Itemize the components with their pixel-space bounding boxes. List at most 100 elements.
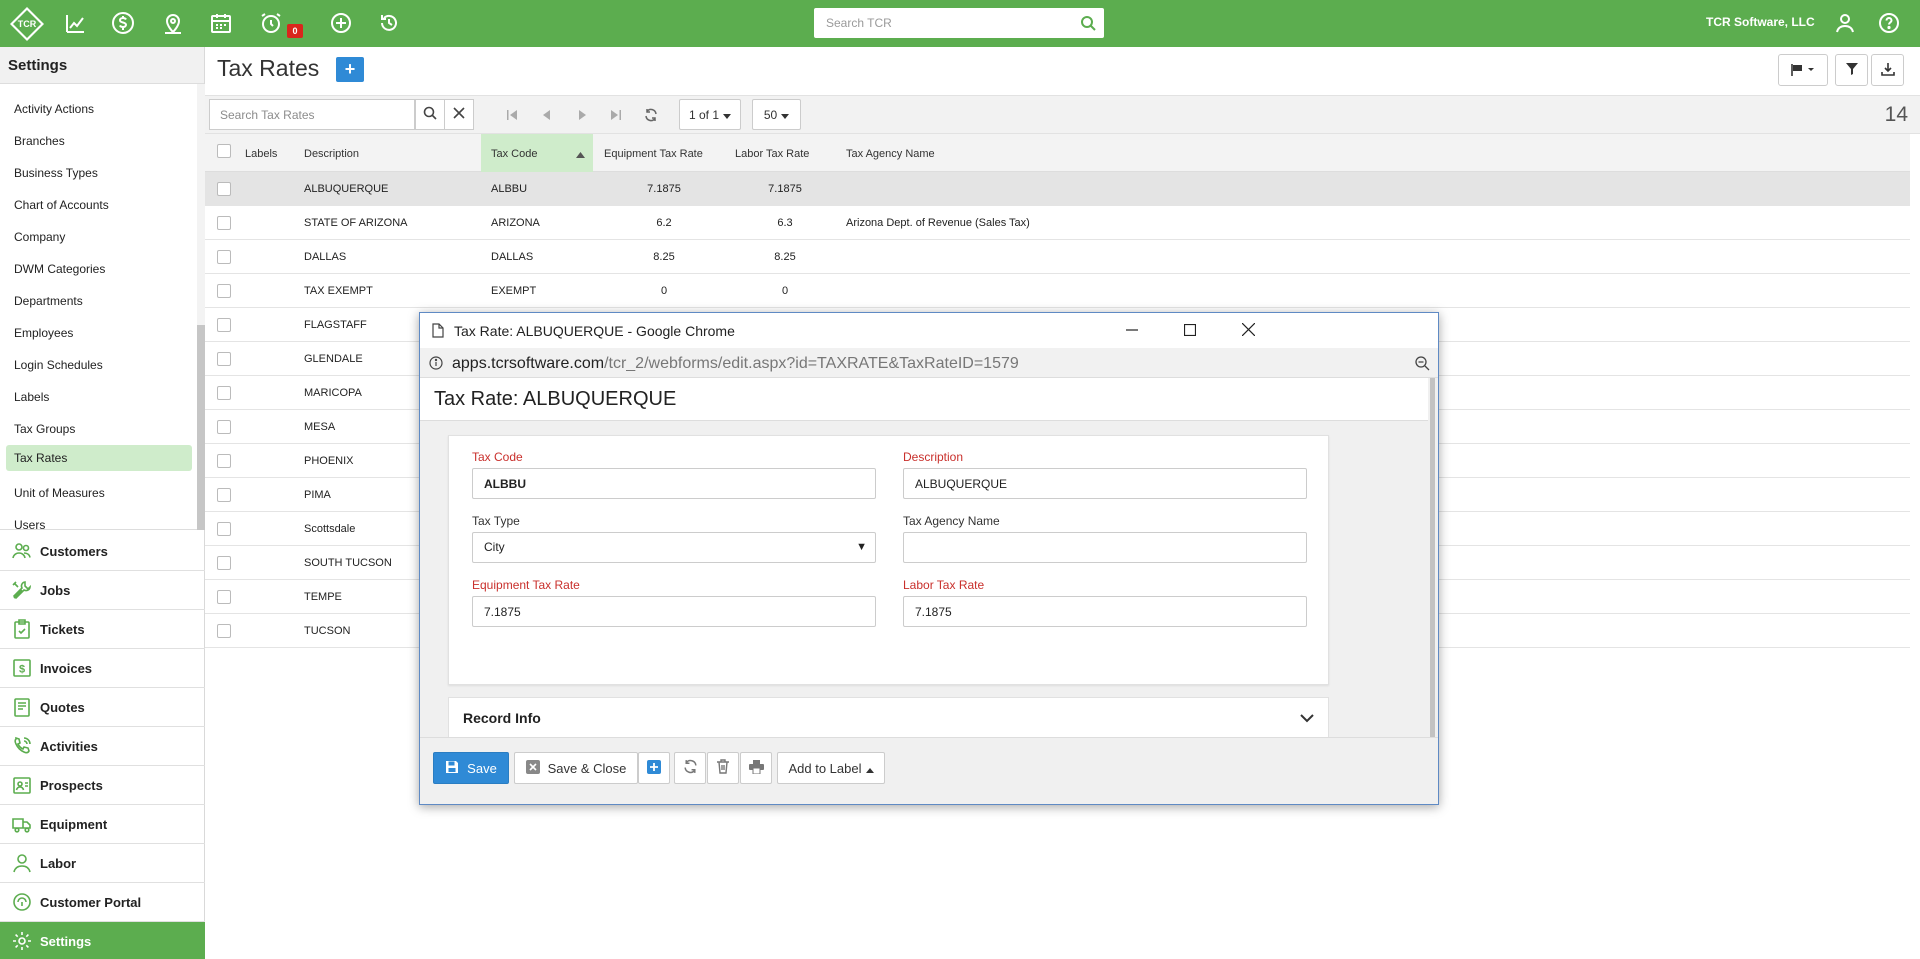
tax-code-field[interactable] — [472, 468, 876, 499]
row-checkbox[interactable] — [217, 318, 231, 332]
last-page-icon[interactable] — [606, 104, 626, 126]
dashboard-chart-icon[interactable] — [62, 10, 88, 36]
global-search-input[interactable] — [814, 8, 1104, 38]
dollar-icon[interactable] — [110, 10, 136, 36]
row-checkbox[interactable] — [217, 182, 231, 196]
chevron-down-icon[interactable] — [1300, 710, 1314, 726]
settings-item-company[interactable]: Company — [6, 224, 192, 250]
equipment-rate-field[interactable] — [472, 596, 876, 627]
column-header-tax-code[interactable]: Tax Code — [481, 134, 593, 172]
row-checkbox[interactable] — [217, 386, 231, 400]
settings-item-tax-rates[interactable]: Tax Rates — [6, 445, 192, 471]
settings-item-employees[interactable]: Employees — [6, 320, 192, 346]
row-checkbox[interactable] — [217, 284, 231, 298]
tcr-logo[interactable]: TCR — [8, 6, 46, 42]
grid-search[interactable] — [209, 99, 415, 130]
column-header-labor-rate[interactable]: Labor Tax Rate — [735, 134, 809, 172]
settings-item-branches[interactable]: Branches — [6, 128, 192, 154]
print-button[interactable] — [740, 752, 772, 784]
settings-item-departments[interactable]: Departments — [6, 288, 192, 314]
add-new-button[interactable] — [638, 752, 670, 784]
first-page-icon[interactable] — [502, 104, 522, 126]
nav-jobs[interactable]: Jobs — [0, 571, 205, 610]
labor-rate-field[interactable] — [903, 596, 1307, 627]
table-row[interactable]: STATE OF ARIZONA ARIZONA 6.2 6.3 Arizona Dep… — [205, 206, 1910, 240]
labor-rate-input[interactable] — [904, 597, 1306, 626]
row-checkbox[interactable] — [217, 250, 231, 264]
row-checkbox[interactable] — [217, 556, 231, 570]
row-checkbox[interactable] — [217, 352, 231, 366]
info-icon[interactable] — [429, 356, 443, 373]
nav-tickets[interactable]: Tickets — [0, 610, 205, 649]
minimize-button[interactable] — [1112, 318, 1152, 344]
description-input[interactable] — [904, 469, 1306, 498]
close-window-button[interactable] — [1228, 318, 1268, 344]
page-select[interactable]: 1 of 1 — [679, 99, 741, 130]
company-name[interactable]: TCR Software, LLC — [1706, 15, 1815, 29]
row-checkbox[interactable] — [217, 624, 231, 638]
settings-item-users[interactable]: Users — [6, 512, 192, 529]
tax-code-input[interactable] — [473, 469, 875, 498]
save-button[interactable]: Save — [433, 752, 509, 784]
save-close-button[interactable]: Save & Close — [514, 752, 638, 784]
table-row[interactable]: TAX EXEMPT EXEMPT 0 0 — [205, 274, 1910, 308]
popup-title-bar[interactable]: Tax Rate: ALBUQUERQUE - Google Chrome — [420, 313, 1438, 348]
add-to-label-button[interactable]: Add to Label — [777, 752, 885, 784]
row-checkbox[interactable] — [217, 216, 231, 230]
equipment-rate-input[interactable] — [473, 597, 875, 626]
next-page-icon[interactable] — [572, 104, 592, 126]
settings-item-labels[interactable]: Labels — [6, 384, 192, 410]
row-checkbox[interactable] — [217, 454, 231, 468]
table-row[interactable]: ALBUQUERQUE ALBBU 7.1875 7.1875 — [205, 172, 1910, 206]
column-header-description[interactable]: Description — [304, 134, 359, 172]
agency-input[interactable] — [904, 533, 1306, 562]
popup-scrollbar-thumb[interactable] — [1430, 378, 1435, 737]
nav-customer-portal[interactable]: Customer Portal — [0, 883, 205, 922]
settings-item-chart-of-accounts[interactable]: Chart of Accounts — [6, 192, 192, 218]
settings-item-tax-groups[interactable]: Tax Groups — [6, 416, 192, 442]
grid-search-input[interactable] — [210, 100, 414, 129]
help-icon[interactable] — [1876, 10, 1902, 36]
user-profile-icon[interactable] — [1832, 10, 1858, 36]
row-checkbox[interactable] — [217, 420, 231, 434]
nav-labor[interactable]: Labor — [0, 844, 205, 883]
description-field[interactable] — [903, 468, 1307, 499]
settings-item-dwm-categories[interactable]: DWM Categories — [6, 256, 192, 282]
tax-type-select[interactable]: City ▼ — [472, 532, 876, 563]
nav-settings[interactable]: Settings — [0, 922, 205, 959]
add-circle-icon[interactable] — [328, 10, 354, 36]
row-checkbox[interactable] — [217, 488, 231, 502]
history-icon[interactable] — [376, 10, 402, 36]
nav-invoices[interactable]: $ Invoices — [0, 649, 205, 688]
page-size-select[interactable]: 50 — [752, 99, 801, 130]
previous-page-icon[interactable] — [537, 104, 557, 126]
global-search[interactable] — [814, 8, 1104, 38]
row-checkbox[interactable] — [217, 590, 231, 604]
record-info-panel[interactable]: Record Info — [448, 697, 1329, 737]
delete-button[interactable] — [707, 752, 739, 784]
refresh-icon[interactable] — [641, 104, 661, 126]
settings-item-unit-of-measures[interactable]: Unit of Measures — [6, 480, 192, 506]
clear-search-button[interactable] — [444, 99, 474, 130]
maximize-button[interactable] — [1170, 318, 1210, 344]
alarm-clock-icon[interactable] — [258, 10, 284, 36]
column-header-labels[interactable]: Labels — [245, 134, 277, 172]
settings-item-login-schedules[interactable]: Login Schedules — [6, 352, 192, 378]
nav-equipment[interactable]: Equipment — [0, 805, 205, 844]
grid-search-button[interactable] — [415, 99, 445, 130]
nav-quotes[interactable]: Quotes — [0, 688, 205, 727]
table-row[interactable]: DALLAS DALLAS 8.25 8.25 — [205, 240, 1910, 274]
column-header-agency[interactable]: Tax Agency Name — [846, 134, 935, 172]
calendar-icon[interactable] — [208, 10, 234, 36]
row-checkbox[interactable] — [217, 522, 231, 536]
select-all-checkbox[interactable] — [217, 144, 231, 158]
nav-prospects[interactable]: Prospects — [0, 766, 205, 805]
zoom-icon[interactable] — [1415, 356, 1430, 374]
download-button[interactable] — [1871, 54, 1904, 86]
column-header-equipment-rate[interactable]: Equipment Tax Rate — [604, 134, 703, 172]
search-icon[interactable] — [1080, 15, 1096, 34]
filter-button[interactable] — [1835, 54, 1868, 86]
add-tax-rate-button[interactable]: + — [336, 57, 364, 82]
flag-dropdown-button[interactable] — [1778, 54, 1828, 86]
refresh-button[interactable] — [674, 752, 706, 784]
